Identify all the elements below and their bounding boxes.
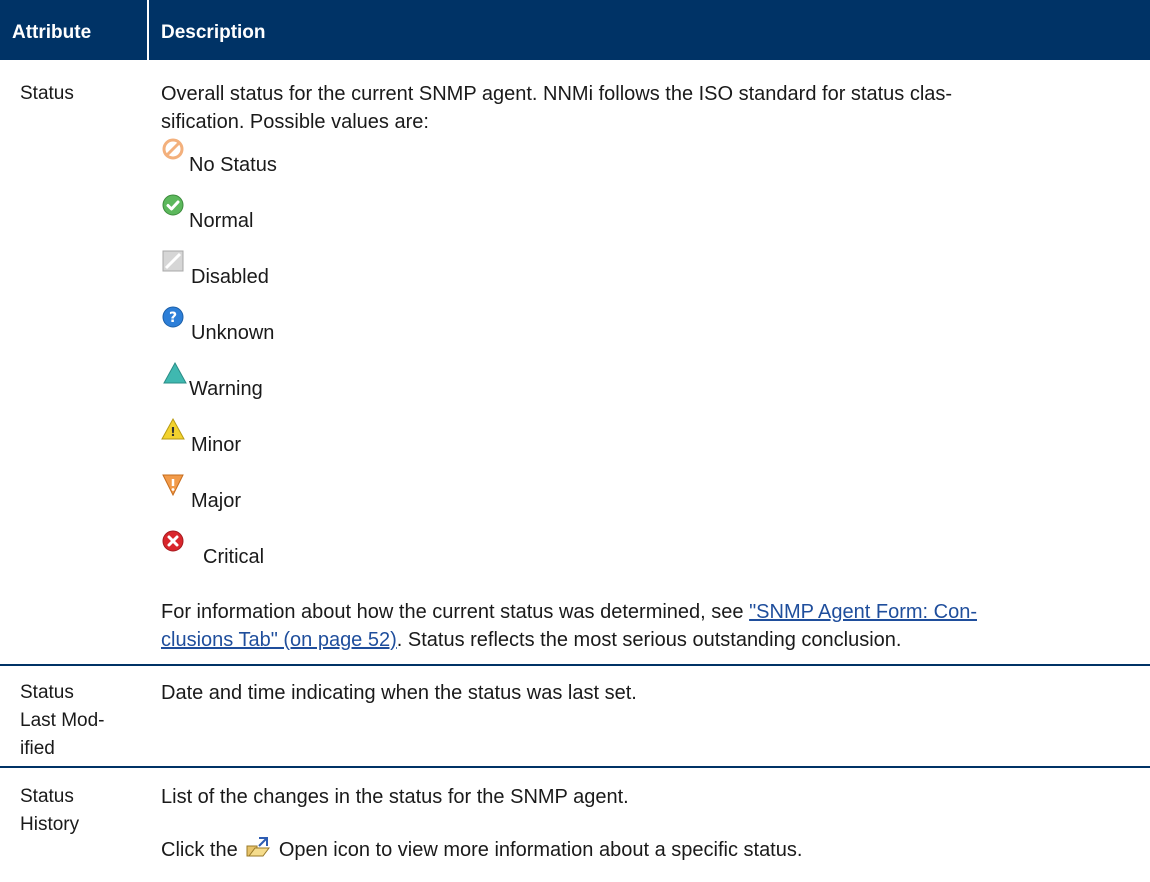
status-value-label: Critical	[203, 546, 265, 568]
table-header: Attribute Description	[0, 0, 1150, 60]
description-column-header: Description	[161, 22, 266, 43]
no-status-icon	[162, 138, 184, 160]
status-info-suffix: . Status reflects the most serious outst…	[396, 629, 902, 651]
status-info-line-2: clusions Tab" (on page 52). Status refle…	[161, 626, 1126, 654]
status-value-label: Major	[191, 490, 242, 512]
attribute-line: History	[20, 814, 80, 835]
open-icon	[246, 837, 271, 857]
row-divider	[0, 664, 1150, 666]
attribute-line: Status	[20, 682, 74, 703]
minor-icon: !	[161, 417, 185, 440]
warning-icon	[163, 361, 187, 384]
status-history-click-instruction: Click the Open icon to view more informa…	[161, 836, 1126, 864]
status-value-label: No Status	[189, 154, 277, 176]
svg-text:!: !	[170, 425, 175, 439]
snmp-agent-conclusions-link[interactable]: clusions Tab" (on page 52)	[161, 629, 397, 651]
normal-icon	[162, 194, 184, 216]
disabled-icon	[162, 250, 184, 272]
status-history-attribute: Status History	[20, 783, 79, 839]
click-suffix: Open icon to view more information about…	[278, 839, 803, 861]
row-divider	[0, 766, 1150, 768]
status-last-modified-description: Date and time indicating when the status…	[161, 682, 637, 704]
svg-text:?: ?	[169, 310, 177, 326]
status-value-label: Minor	[191, 434, 242, 456]
status-info-prefix: For information about how the current st…	[161, 601, 750, 623]
status-info-line-1: For information about how the current st…	[161, 598, 1126, 626]
status-intro-line-1: Overall status for the current SNMP agen…	[161, 83, 953, 105]
snmp-agent-conclusions-link[interactable]: "SNMP Agent Form: Con-	[749, 601, 977, 623]
attribute-line: Status	[20, 786, 74, 807]
status-value-label: Warning	[189, 378, 263, 400]
status-history-description: List of the changes in the status for th…	[161, 786, 629, 808]
major-icon	[162, 474, 184, 497]
critical-icon	[162, 530, 184, 552]
header-divider	[147, 0, 149, 60]
status-value-label: Normal	[189, 210, 254, 232]
status-last-modified-attribute: Status Last Mod- ified	[20, 679, 104, 763]
status-intro-line-2: sification. Possible values are:	[161, 111, 429, 133]
attribute-line: Last Mod-	[20, 710, 105, 731]
attribute-column-header: Attribute	[12, 22, 92, 43]
status-attribute: Status	[20, 83, 74, 104]
click-prefix: Click the	[161, 839, 238, 861]
status-value-label: Unknown	[191, 322, 275, 344]
unknown-icon: ?	[162, 306, 184, 328]
status-value-label: Disabled	[191, 266, 269, 288]
attribute-line: ified	[20, 738, 55, 759]
